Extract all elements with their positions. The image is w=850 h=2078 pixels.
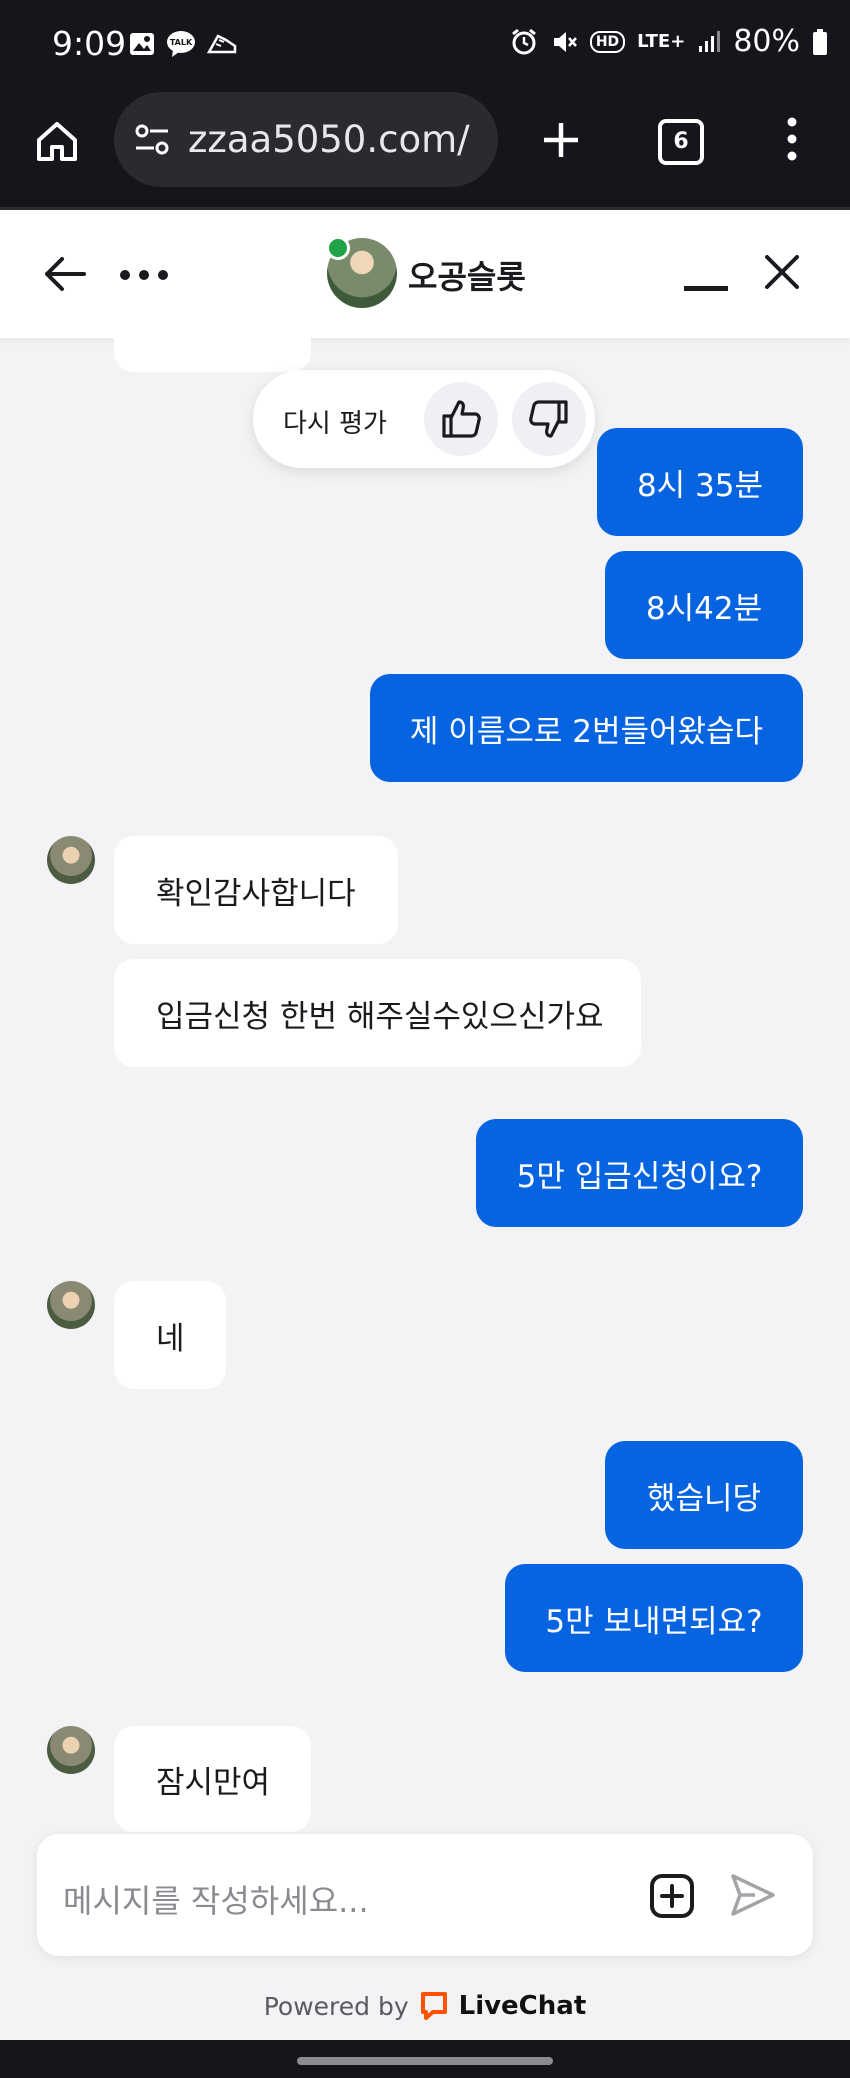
- agent-avatar-small: [47, 1726, 95, 1774]
- thumbs-down-icon: [529, 400, 568, 438]
- message-outgoing: 8시 35분: [597, 428, 803, 536]
- address-bar[interactable]: zzaa5050.com/: [114, 92, 498, 187]
- thumbs-down-button[interactable]: [512, 382, 586, 456]
- powered-by-footer[interactable]: Powered by LiveChat: [0, 1986, 850, 2026]
- tab-switcher-button[interactable]: 6: [658, 119, 704, 165]
- powered-by-text: Powered by: [263, 1991, 409, 2021]
- mute-icon: [553, 31, 577, 52]
- gallery-icon: [130, 33, 154, 55]
- signal-icon: [699, 30, 721, 52]
- more-vert-icon[interactable]: [784, 114, 800, 164]
- back-arrow-icon[interactable]: [44, 256, 86, 292]
- message-outgoing: 8시42분: [605, 551, 803, 659]
- message-incoming: 네: [114, 1281, 226, 1389]
- agent-avatar-small: [47, 1281, 95, 1329]
- livechat-logo-icon: [420, 1992, 447, 2020]
- browser-toolbar: zzaa5050.com/ 6: [0, 92, 850, 207]
- message-incoming: 확인감사합니다: [114, 836, 398, 944]
- thumbs-up-icon: [442, 400, 481, 438]
- chat-header: 오공슬롯: [0, 210, 850, 338]
- message-incoming: 입금신청 한번 해주실수있으신가요: [114, 959, 641, 1067]
- add-attachment-icon[interactable]: [649, 1873, 695, 1919]
- agent-avatar-small: [47, 836, 95, 884]
- alarm-icon: [511, 28, 536, 54]
- new-tab-icon[interactable]: [540, 119, 582, 161]
- previous-message-tail: [114, 338, 311, 372]
- status-bar: 9:09 TALK HD LTE+ 80%: [0, 0, 850, 92]
- home-icon[interactable]: [34, 118, 80, 164]
- kakaotalk-icon: TALK: [167, 31, 195, 57]
- message-outgoing: 했습니당: [605, 1441, 803, 1549]
- message-incoming: 잠시만여: [114, 1726, 311, 1832]
- svg-text:TALK: TALK: [170, 38, 193, 47]
- online-status-indicator: [326, 236, 350, 260]
- notification-icons: TALK: [128, 30, 238, 58]
- message-composer[interactable]: 메시지를 작성하세요...: [37, 1834, 813, 1956]
- rating-prompt: 다시 평가: [253, 370, 595, 468]
- hd-icon: HD: [589, 30, 626, 53]
- url-text: zzaa5050.com/: [188, 118, 470, 161]
- network-type: LTE+: [637, 31, 686, 52]
- message-outgoing: 5만 보내면되요?: [505, 1564, 803, 1672]
- send-icon[interactable]: [729, 1872, 777, 1918]
- battery-percent: 80%: [733, 24, 800, 59]
- battery-icon: [813, 28, 827, 55]
- message-outgoing: 5만 입금신청이요?: [476, 1119, 803, 1227]
- message-input[interactable]: 메시지를 작성하세요...: [63, 1876, 369, 1922]
- minimize-icon[interactable]: [684, 284, 728, 294]
- status-time: 9:09: [52, 24, 127, 63]
- rate-again-label: 다시 평가: [283, 409, 387, 439]
- system-icons: HD LTE+ 80%: [510, 24, 828, 59]
- site-settings-icon[interactable]: [134, 122, 170, 158]
- home-gesture-handle[interactable]: [297, 2057, 553, 2065]
- system-nav-bar: [0, 2040, 850, 2078]
- thumbs-up-button[interactable]: [424, 382, 498, 456]
- shoe-icon: [206, 34, 237, 54]
- more-horiz-icon[interactable]: [118, 268, 170, 282]
- livechat-brand: LiveChat: [458, 1991, 587, 2021]
- agent-name: 오공슬롯: [408, 258, 526, 296]
- close-icon[interactable]: [764, 254, 800, 290]
- message-outgoing: 제 이름으로 2번들어왔습다: [370, 674, 803, 782]
